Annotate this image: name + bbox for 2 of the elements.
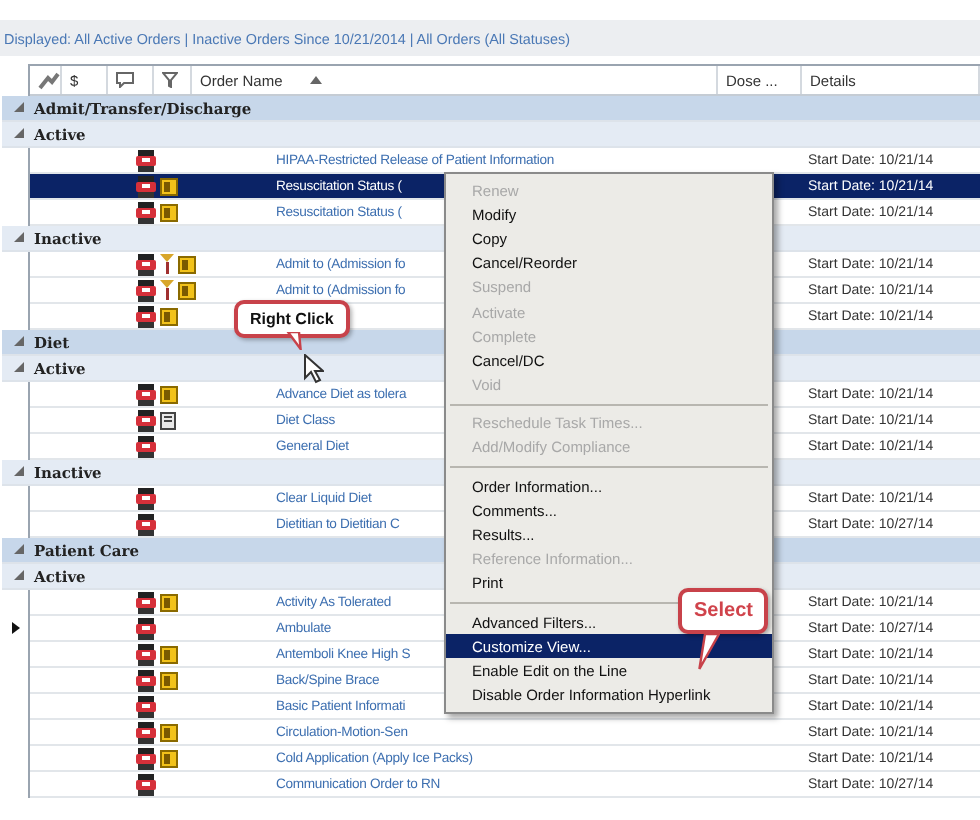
callout: Select xyxy=(678,588,769,634)
callout: Right Click xyxy=(234,300,350,338)
